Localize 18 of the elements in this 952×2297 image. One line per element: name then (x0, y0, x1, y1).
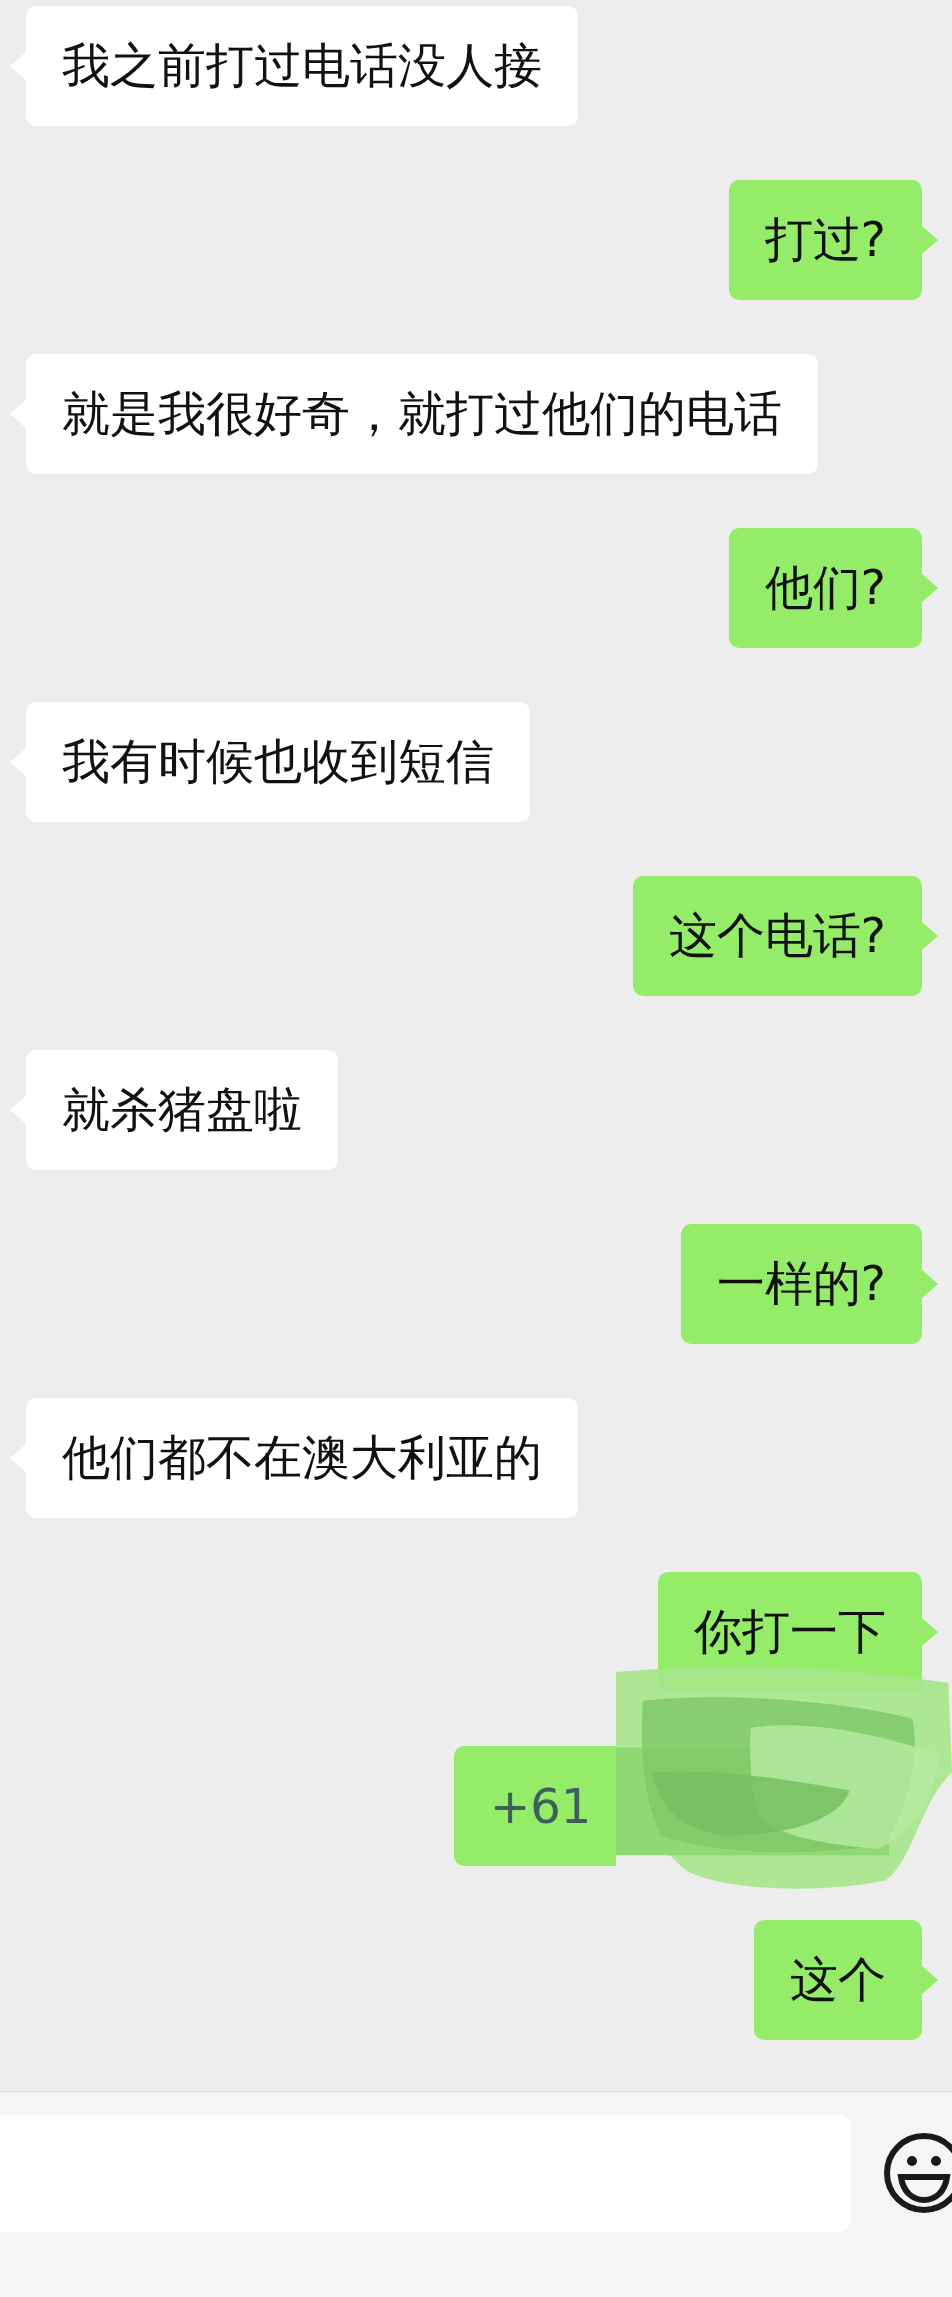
bubble-tail (922, 922, 938, 950)
message-bubble: 就是我很好奇，就打过他们的电话 (26, 354, 818, 474)
phone-number-bubble[interactable]: +61 (454, 1746, 616, 1866)
bubble-tail (922, 1270, 938, 1298)
message-bubble: 一样的? (680, 1224, 922, 1344)
bubble-tail (922, 574, 938, 602)
message-bubble: 这个 (754, 1920, 922, 2040)
emoji-icon[interactable] (883, 2132, 952, 2214)
bubble-tail (922, 1618, 938, 1646)
message-bubble: 这个电话? (632, 876, 922, 996)
message-bubble: 他们都不在澳大利亚的 (26, 1398, 578, 1518)
bubble-tail (922, 226, 938, 254)
message-bubble: 就杀猪盘啦 (26, 1050, 338, 1170)
message-bubble: 我之前打过电话没人接 (26, 6, 578, 126)
message-bubble: 打过? (728, 180, 922, 300)
message-bubble: 他们? (728, 528, 922, 648)
message-bubble: 我有时候也收到短信 (26, 702, 530, 822)
bubble-tail (922, 1966, 938, 1994)
